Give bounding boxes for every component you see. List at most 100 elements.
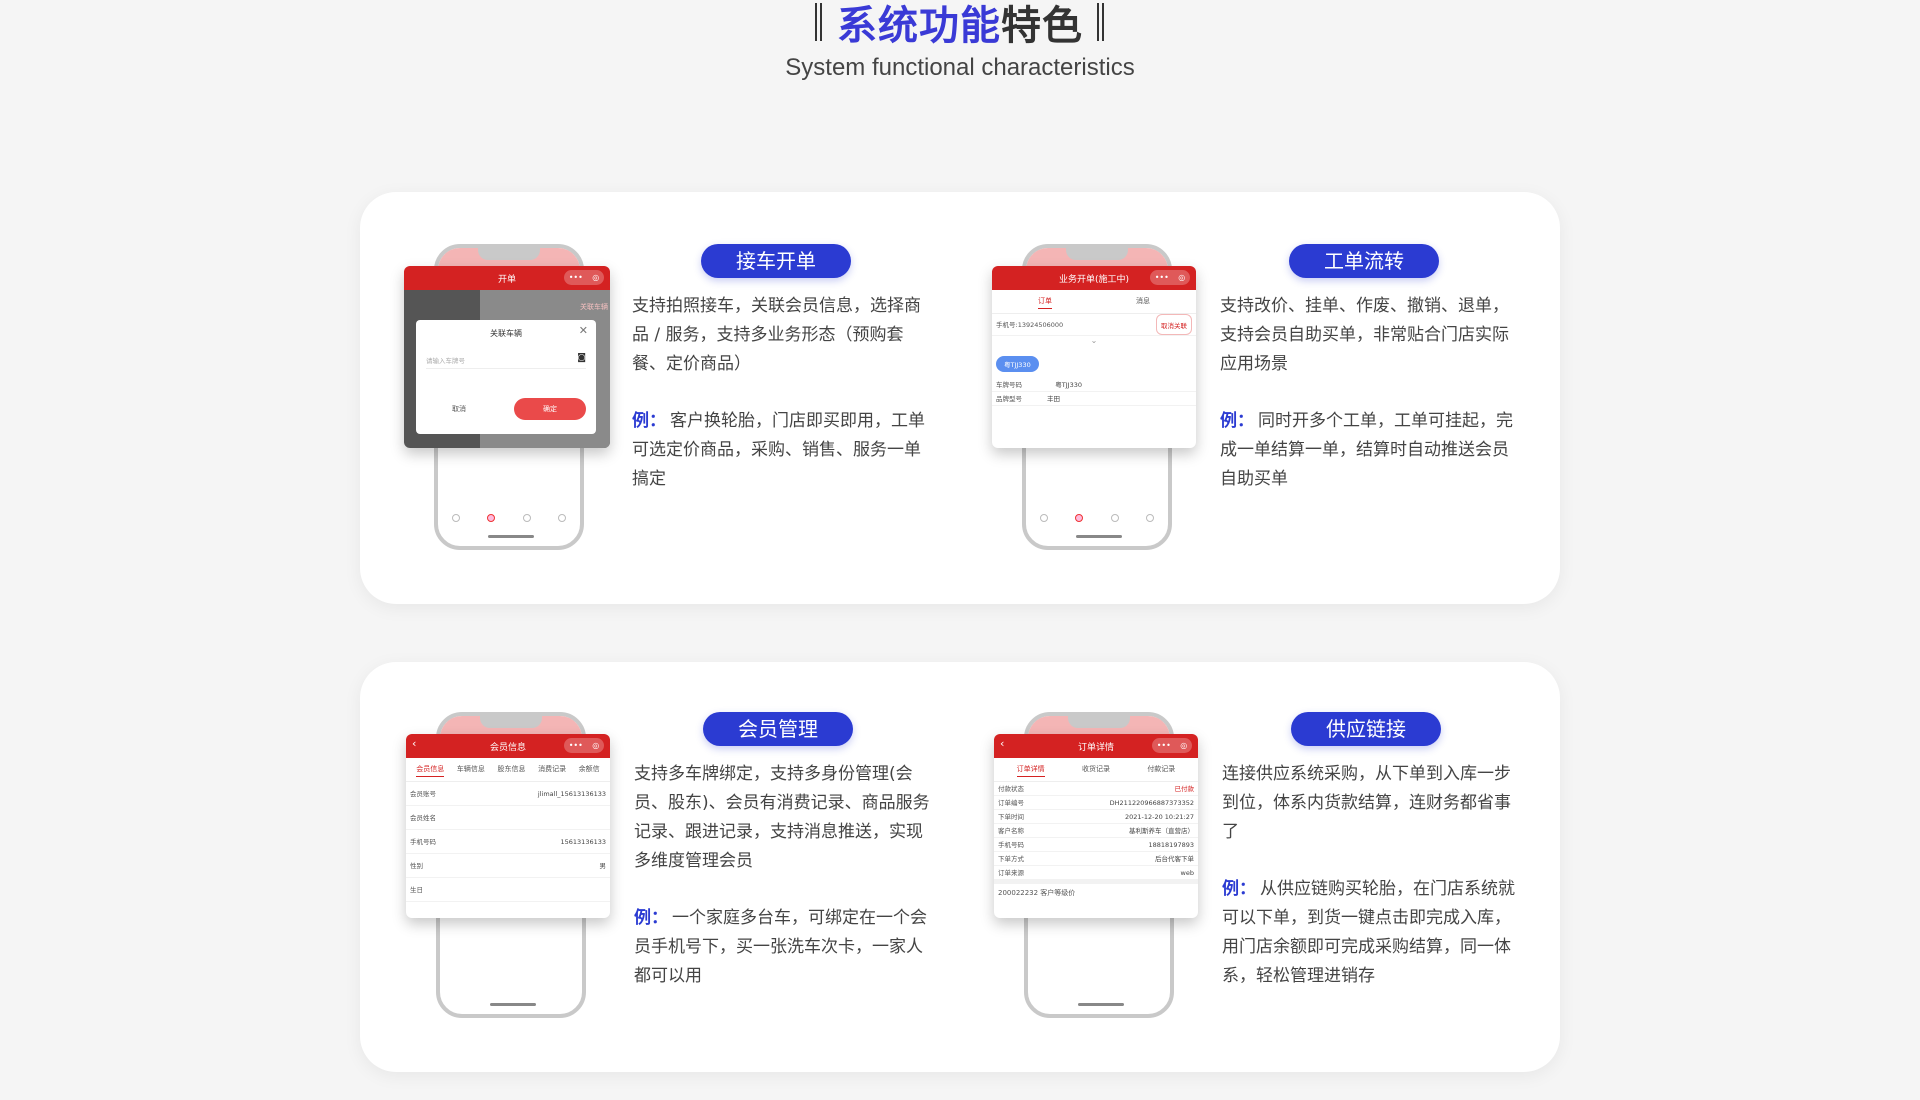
- tab-messages[interactable]: 消息: [1136, 296, 1150, 309]
- tab-consumption-records[interactable]: 消费记录: [538, 764, 566, 777]
- example-text: 一个家庭多台车，可绑定在一个会员手机号下，买一张洗车次卡，一家人都可以用: [634, 908, 927, 986]
- feature-text: 会员管理 支持多车牌绑定，支持多身份管理(会员、股东)、会员有消费记录、商品服务…: [634, 712, 934, 991]
- screen-title: 业务开单(施工中): [1058, 274, 1130, 285]
- row-value: 男: [599, 862, 607, 870]
- plate-chip[interactable]: 粤TJJ330: [996, 356, 1039, 372]
- title-right-divider: [1097, 3, 1105, 41]
- tab-receipt-records[interactable]: 收货记录: [1082, 764, 1110, 777]
- plate-input[interactable]: 请输入车牌号 ◙: [426, 353, 586, 369]
- row-key: 会员姓名: [410, 814, 436, 822]
- screen-title: 开单: [497, 274, 516, 285]
- row-key: 下单时间: [998, 813, 1024, 821]
- back-icon[interactable]: ‹: [412, 737, 416, 750]
- example-label: 例：: [1220, 411, 1254, 431]
- example-text: 客户换轮胎，门店即买即用，工单可选定价商品，采购、销售、服务一单搞定: [632, 411, 925, 489]
- home-indicator: [1076, 535, 1122, 538]
- screen-tabs: 订单 消息: [992, 290, 1196, 314]
- row-key: 下单方式: [998, 855, 1024, 863]
- screen-header: ‹ 会员信息 ••• ◎: [406, 734, 610, 758]
- title-rest-text: 特色: [1001, 3, 1083, 49]
- chevron-down-icon[interactable]: ⌄: [992, 336, 1196, 350]
- feature-description: 连接供应系统采购，从下单到入库一步到位，体系内货款结算，连财务都省事了: [1222, 764, 1511, 842]
- row-value: web: [1180, 869, 1194, 877]
- list-item: 性别 男: [406, 854, 610, 878]
- list-item: 生日: [406, 878, 610, 902]
- row-value: 基利斯养车（直营店）: [1129, 827, 1194, 835]
- list-item: 下单时间 2021-12-20 10:21:27: [994, 810, 1198, 824]
- plate-input-placeholder: 请输入车牌号: [426, 357, 465, 365]
- screen-header: 开单 ••• ◎: [404, 266, 610, 290]
- list-item: 客户名称 基利斯养车（直营店）: [994, 824, 1198, 838]
- row-value: DH211220966887373352: [1109, 799, 1194, 807]
- row-key: 性别: [410, 862, 423, 870]
- tab-order-detail[interactable]: 订单详情: [1016, 764, 1045, 777]
- title-left-divider: [815, 3, 823, 41]
- screen-header: 业务开单(施工中) ••• ◎: [992, 266, 1196, 290]
- row-value: 后台代客下单: [1155, 855, 1194, 863]
- brand-key: 品牌型号: [996, 395, 1022, 403]
- feature-card-bottom: ‹ 会员信息 ••• ◎ 会员信息 车辆信息 股东信息 消费记录 余额信 会员账号…: [360, 662, 1560, 1072]
- tab-payment-records[interactable]: 付款记录: [1147, 764, 1175, 777]
- list-item: 订单编号 DH211220966887373352: [994, 796, 1198, 810]
- home-indicator: [1078, 1003, 1124, 1006]
- phone-mockup: ‹ 订单详情 ••• ◎ 订单详情 收货记录 付款记录 付款状态 已付款 订单编号 D…: [994, 712, 1210, 1022]
- app-screen: 业务开单(施工中) ••• ◎ 订单 消息 手机号:13924506000 取消关…: [992, 266, 1196, 448]
- list-item: 下单方式 后台代客下单: [994, 852, 1198, 866]
- screen-tabs: 订单详情 收货记录 付款记录: [994, 758, 1198, 782]
- screen-header: ‹ 订单详情 ••• ◎: [994, 734, 1198, 758]
- mini-program-capsule[interactable]: ••• ◎: [564, 738, 604, 753]
- phone-bottom-nav: [438, 508, 580, 528]
- back-icon[interactable]: ‹: [1000, 737, 1004, 750]
- feature-description: 支持拍照接车，关联会员信息，选择商品 / 服务，支持多业务形态（预购套餐、定价商…: [632, 296, 921, 374]
- phone-notch: [478, 248, 540, 260]
- list-item: 订单来源 web: [994, 866, 1198, 880]
- phone-mockup: 业务开单(施工中) ••• ◎ 订单 消息 手机号:13924506000 取消关…: [992, 244, 1208, 554]
- home-indicator: [488, 535, 534, 538]
- tab-shareholder-info[interactable]: 股东信息: [497, 764, 525, 777]
- list-item: 会员账号 jlimall_15613136133: [406, 782, 610, 806]
- row-key: 付款状态: [998, 785, 1024, 793]
- section-header: 系统功能 特色 System functional characteristics: [0, 0, 1920, 82]
- phone-notch: [480, 716, 542, 728]
- phone-notch: [1066, 248, 1128, 260]
- mini-program-capsule[interactable]: ••• ◎: [564, 270, 604, 285]
- feature-text: 供应链接 连接供应系统采购，从下单到入库一步到位，体系内货款结算，连财务都省事了…: [1222, 712, 1522, 991]
- mini-program-capsule[interactable]: ••• ◎: [1150, 270, 1190, 285]
- row-key: 客户名称: [998, 827, 1024, 835]
- modal-confirm-button[interactable]: 确定: [514, 398, 586, 420]
- row-key: 生日: [410, 886, 423, 894]
- tab-orders[interactable]: 订单: [1038, 296, 1052, 309]
- price-level-footer: 200022232 客户等级价: [994, 880, 1198, 902]
- section-title: 系统功能 特色: [0, 0, 1920, 49]
- example-label: 例：: [1222, 879, 1256, 899]
- link-vehicle-modal: 关联车辆 ✕ 请输入车牌号 ◙ 取消 确定: [416, 320, 596, 434]
- unlink-button[interactable]: 取消关联: [1156, 314, 1192, 335]
- feature-example: 例： 一个家庭多台车，可绑定在一个会员手机号下，买一张洗车次卡，一家人都可以用: [634, 904, 934, 991]
- row-key: 订单来源: [998, 869, 1024, 877]
- phone-notch: [1068, 716, 1130, 728]
- bg-tag: 关联车辆: [580, 303, 608, 311]
- phone-mockup: ‹ 会员信息 ••• ◎ 会员信息 车辆信息 股东信息 消费记录 余额信 会员账号…: [406, 712, 622, 1022]
- feature-pill-label: 接车开单: [701, 244, 851, 278]
- camera-icon[interactable]: ◙: [577, 353, 586, 363]
- example-text: 同时开多个工单，工单可挂起，完成一单结算一单，结算时自动推送会员自助买单: [1220, 411, 1513, 489]
- example-label: 例：: [634, 908, 668, 928]
- list-item: 手机号码 15613136133: [406, 830, 610, 854]
- feature-example: 例： 同时开多个工单，工单可挂起，完成一单结算一单，结算时自动推送会员自助买单: [1220, 407, 1520, 494]
- modal-cancel-button[interactable]: 取消: [452, 404, 466, 414]
- feature-text: 工单流转 支持改价、挂单、作废、撤销、退单，支持会员自助买单，非常贴合门店实际应…: [1220, 244, 1520, 494]
- close-icon[interactable]: ✕: [579, 324, 588, 337]
- mini-program-capsule[interactable]: ••• ◎: [1152, 738, 1192, 753]
- brand-row: 品牌型号 丰田: [992, 392, 1196, 406]
- tab-member-info[interactable]: 会员信息: [416, 764, 445, 777]
- screen-title: 订单详情: [1077, 742, 1114, 753]
- phone-row: 手机号:13924506000 取消关联: [992, 314, 1196, 336]
- tab-balance-info[interactable]: 余额信: [579, 764, 600, 777]
- tab-vehicle-info[interactable]: 车辆信息: [457, 764, 485, 777]
- app-screen: 开单 ••• ◎ 关联车辆 关联车辆 ✕ 请输入车牌号 ◙ 取消 确定: [404, 266, 610, 448]
- row-value: 已付款: [1174, 785, 1195, 793]
- phone-mockup: 开单 ••• ◎ 关联车辆 关联车辆 ✕ 请输入车牌号 ◙ 取消 确定: [404, 244, 620, 554]
- row-value: 18818197893: [1148, 841, 1195, 849]
- plate-row: 车牌号码 粤TJJ330: [992, 378, 1196, 392]
- plate-key: 车牌号码: [996, 381, 1022, 389]
